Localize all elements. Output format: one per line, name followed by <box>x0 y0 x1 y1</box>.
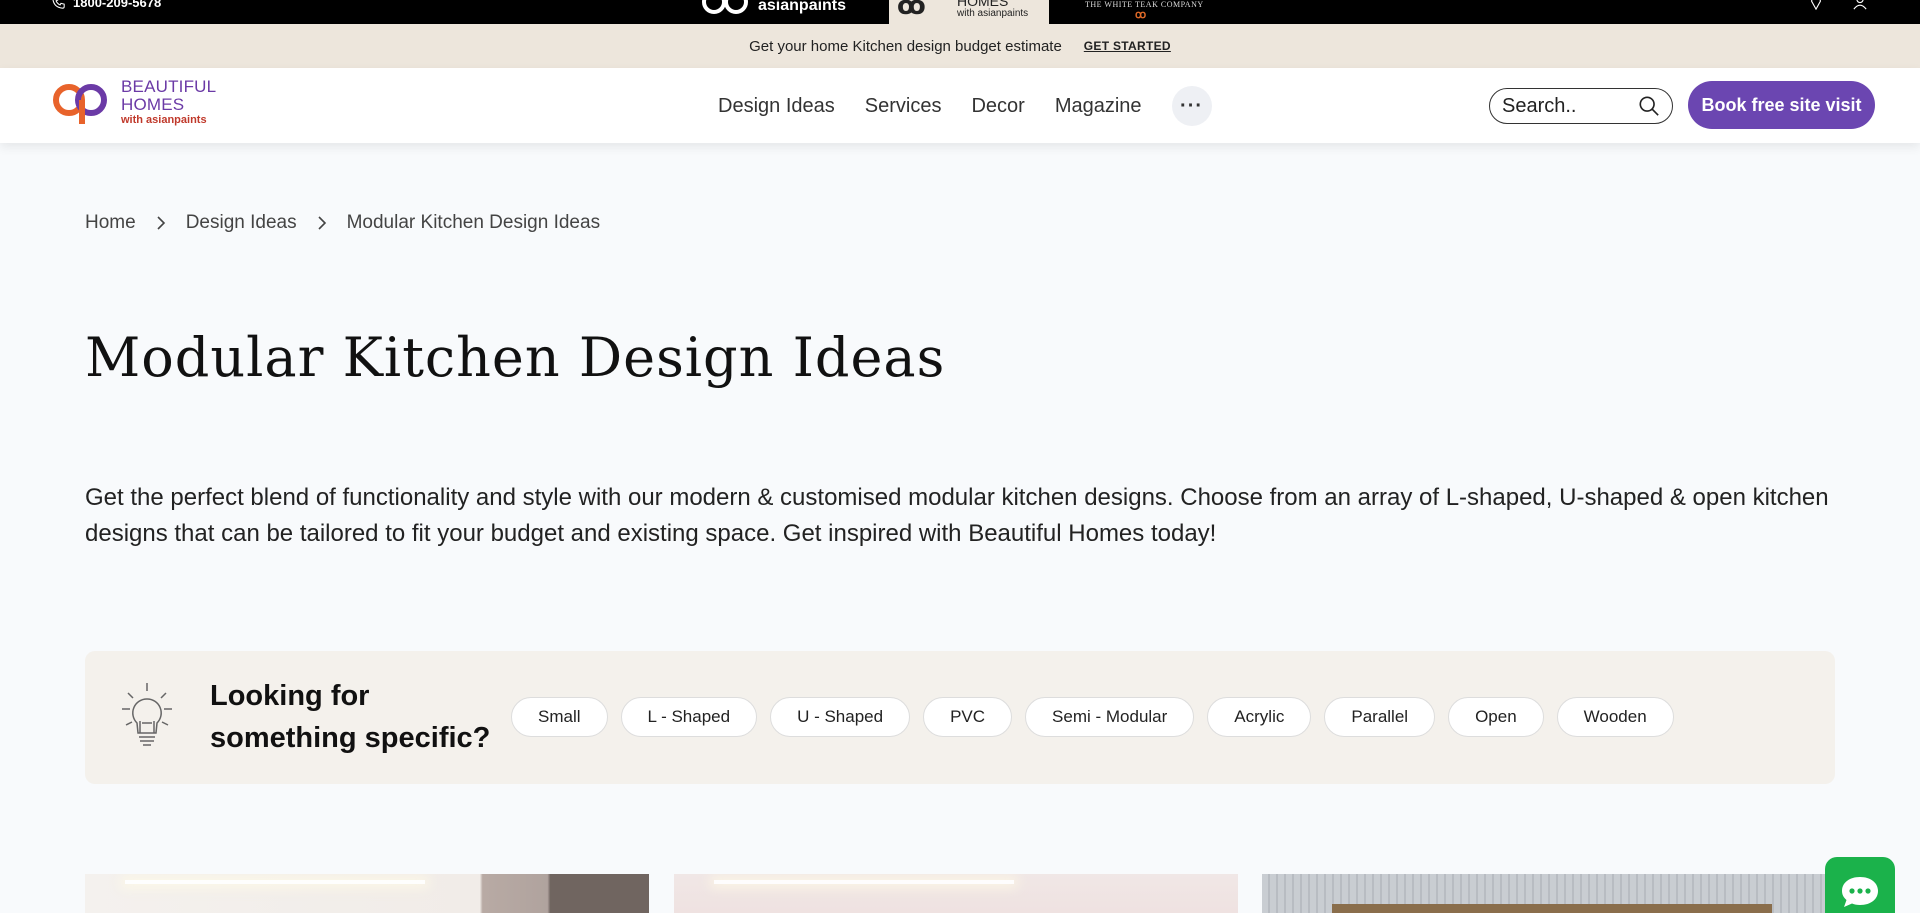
search-icon[interactable] <box>1638 95 1660 117</box>
wood-panel <box>1332 904 1772 913</box>
nav-services[interactable]: Services <box>865 95 942 118</box>
chip-acrylic[interactable]: Acrylic <box>1207 697 1312 737</box>
chip-l-shaped[interactable]: L - Shaped <box>620 697 758 737</box>
search-box <box>1489 88 1673 124</box>
user-icon[interactable] <box>1852 0 1868 10</box>
nav-magazine[interactable]: Magazine <box>1055 95 1142 118</box>
chip-pvc[interactable]: PVC <box>923 697 1013 737</box>
logo-line3: with asianpaints <box>121 114 207 126</box>
location-icon[interactable] <box>1808 0 1824 10</box>
wtc-logo-icon: ꝏ <box>1135 9 1147 21</box>
asianpaints-logo-icon <box>702 0 748 14</box>
kitchen-card-image[interactable] <box>1262 874 1840 913</box>
filter-heading: Looking for something specific? <box>210 675 490 759</box>
phone-number: 1800-209-5678 <box>73 0 162 10</box>
filter-panel: Looking for something specific? Small L … <box>85 651 1835 784</box>
chip-open[interactable]: Open <box>1448 697 1544 737</box>
brand-beautiful-homes[interactable]: ꝏ HOMES with asianpaints <box>889 0 1049 24</box>
main-header: BEAUTIFUL HOMES with asianpaints Design … <box>0 68 1920 143</box>
filter-heading-line1: Looking for <box>210 680 370 712</box>
ceiling-light <box>714 880 1014 884</box>
main-nav: Design Ideas Services Decor Magazine ··· <box>718 86 1212 126</box>
filter-heading-line2: something specific? <box>210 722 491 754</box>
announcement-bar: Get your home Kitchen design budget esti… <box>0 24 1920 68</box>
kitchen-card-image[interactable] <box>85 874 649 913</box>
chat-widget-button[interactable] <box>1825 857 1895 913</box>
ceiling-light <box>125 880 425 884</box>
phone-icon <box>52 0 65 9</box>
phone-link[interactable]: 1800-209-5678 <box>52 0 161 10</box>
kitchen-card-image[interactable] <box>674 874 1238 913</box>
site-logo[interactable]: BEAUTIFUL HOMES with asianpaints <box>49 78 216 126</box>
chip-small[interactable]: Small <box>511 697 608 737</box>
announcement-text: Get your home Kitchen design budget esti… <box>749 37 1062 55</box>
nav-design-ideas[interactable]: Design Ideas <box>718 95 835 118</box>
brand-asianpaints[interactable]: asianpaints <box>700 0 846 20</box>
lightbulb-icon <box>122 683 172 746</box>
search-input[interactable] <box>1502 94 1632 118</box>
get-started-link[interactable]: GET STARTED <box>1084 39 1171 53</box>
beautiful-homes-logo-icon <box>53 84 107 124</box>
book-site-visit-button[interactable]: Book free site visit <box>1688 81 1875 129</box>
brand-bh-line2: with asianpaints <box>957 8 1029 19</box>
chevron-right-icon <box>317 215 327 231</box>
breadcrumb-design-ideas[interactable]: Design Ideas <box>186 212 297 234</box>
breadcrumb: Home Design Ideas Modular Kitchen Design… <box>85 212 600 234</box>
top-bar: 1800-209-5678 asianpaints ꝏ HOMES with a… <box>0 0 1920 24</box>
nav-decor[interactable]: Decor <box>971 95 1024 118</box>
breadcrumb-current: Modular Kitchen Design Ideas <box>346 212 601 233</box>
breadcrumb-home[interactable]: Home <box>85 212 136 234</box>
logo-line2: HOMES <box>121 95 185 114</box>
logo-line1: BEAUTIFUL <box>121 77 217 96</box>
filter-chips: Small L - Shaped U - Shaped PVC Semi - M… <box>511 697 1674 737</box>
chip-u-shaped[interactable]: U - Shaped <box>770 697 911 737</box>
more-menu-button[interactable]: ··· <box>1171 86 1212 126</box>
bh-logo-icon: ꝏ <box>897 0 926 20</box>
page-title: Modular Kitchen Design Ideas <box>85 326 946 389</box>
page-description: Get the perfect blend of functionality a… <box>85 484 1829 547</box>
chip-parallel[interactable]: Parallel <box>1324 697 1436 737</box>
chat-bubble-icon <box>1842 877 1878 907</box>
chip-semi-modular[interactable]: Semi - Modular <box>1025 697 1195 737</box>
brand-asianpaints-label: asianpaints <box>758 0 847 14</box>
chevron-right-icon <box>156 215 166 231</box>
top-icons <box>1808 0 1868 10</box>
chip-wooden[interactable]: Wooden <box>1556 697 1674 737</box>
